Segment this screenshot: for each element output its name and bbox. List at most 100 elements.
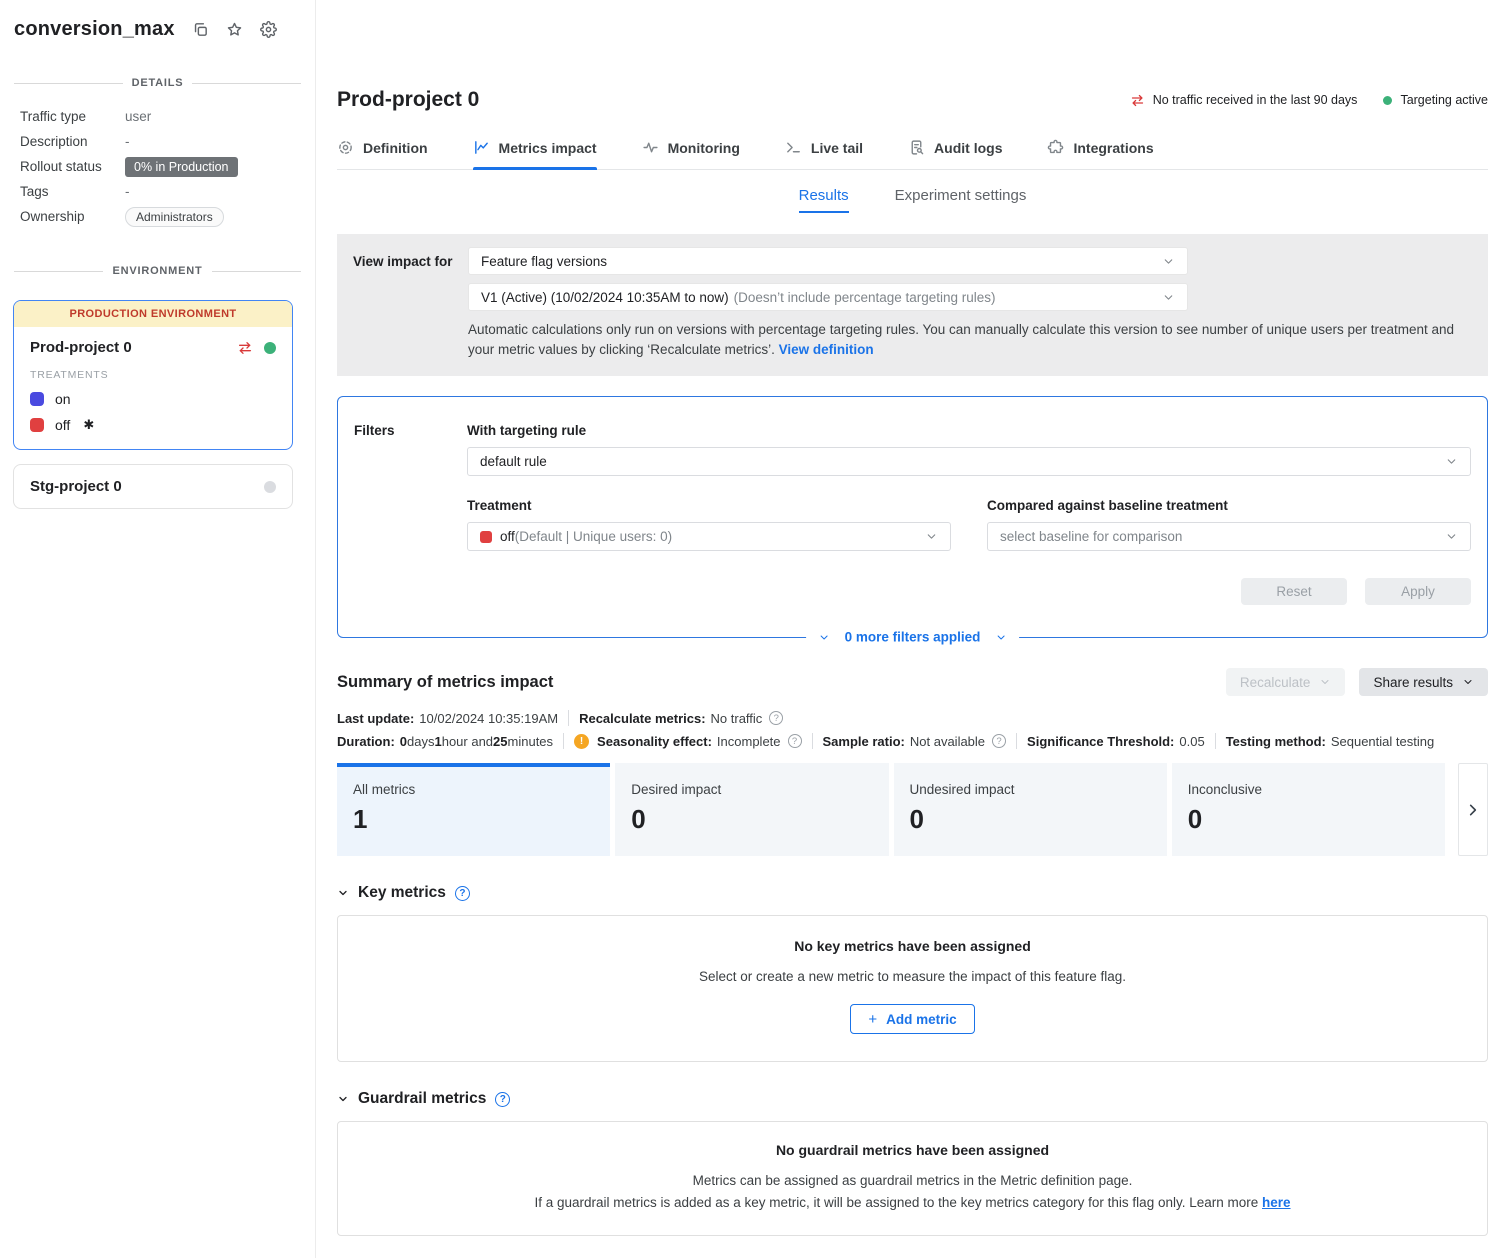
targeting-rule-select[interactable]: default rule	[467, 447, 1471, 476]
warning-icon: !	[574, 734, 589, 749]
environment-card-staging[interactable]: Stg-project 0	[13, 464, 293, 509]
main-content: Prod-project 0 No traffic received in th…	[316, 0, 1510, 1258]
treatment-row-off: off ✱	[30, 417, 276, 433]
star-icon[interactable]	[226, 21, 243, 38]
environment-active-dot	[264, 342, 276, 354]
line-chart-icon	[473, 139, 490, 156]
key-metrics-empty-state: No key metrics have been assigned Select…	[337, 915, 1488, 1062]
tab-metrics-impact[interactable]: Metrics impact	[473, 139, 597, 169]
sidebar: conversion_max DETAILS Traffic type user…	[0, 0, 316, 1258]
environment-card-production[interactable]: PRODUCTION ENVIRONMENT Prod-project 0 TR…	[13, 300, 293, 450]
flag-title: conversion_max	[14, 18, 175, 41]
treatments-heading: TREATMENTS	[30, 369, 276, 381]
guardrail-metrics-empty-state: No guardrail metrics have been assigned …	[337, 1121, 1488, 1236]
details-section-heading: DETAILS	[14, 77, 301, 89]
puzzle-icon	[1047, 139, 1064, 156]
guardrail-metrics-section: Guardrail metrics ? No guardrail metrics…	[337, 1090, 1488, 1236]
learn-more-link[interactable]: here	[1262, 1195, 1291, 1210]
chevron-down-icon	[1162, 291, 1175, 304]
chevron-down-icon	[1162, 255, 1175, 268]
help-icon[interactable]: ?	[495, 1092, 510, 1107]
question-icon[interactable]: ?	[788, 734, 802, 748]
question-icon[interactable]: ?	[992, 734, 1006, 748]
traffic-swap-icon	[237, 340, 253, 356]
version-select[interactable]: V1 (Active) (10/02/2024 10:35AM to now) …	[468, 283, 1188, 311]
treatment-row-on: on	[30, 391, 276, 407]
card-undesired-impact[interactable]: Undesired impact 0	[894, 763, 1167, 856]
filters-panel: Filters With targeting rule default rule…	[337, 396, 1488, 638]
tab-definition[interactable]: Definition	[337, 139, 428, 169]
treatment-off-swatch	[30, 418, 44, 432]
key-metrics-title: Key metrics	[358, 884, 446, 902]
chevron-down-icon[interactable]	[337, 887, 349, 899]
baseline-select[interactable]: select baseline for comparison	[987, 522, 1471, 551]
rollout-status-badge: 0% in Production	[125, 157, 238, 177]
flag-tabs: Definition Metrics impact Monitoring Liv…	[337, 139, 1488, 170]
targeting-active-dot	[1383, 96, 1392, 105]
apply-button[interactable]: Apply	[1365, 578, 1471, 605]
reset-button[interactable]: Reset	[1241, 578, 1347, 605]
subtab-experiment-settings[interactable]: Experiment settings	[895, 187, 1027, 213]
card-desired-impact[interactable]: Desired impact 0	[615, 763, 888, 856]
target-icon	[337, 139, 354, 156]
chevron-down-icon	[1445, 455, 1458, 468]
targeting-active-status: Targeting active	[1400, 93, 1488, 107]
view-impact-label: View impact for	[353, 247, 468, 359]
view-definition-link[interactable]: View definition	[779, 342, 874, 357]
prod-environment-name: Prod-project 0	[30, 339, 132, 356]
details-list: Traffic type user Description - Rollout …	[20, 104, 295, 229]
guardrail-metrics-title: Guardrail metrics	[358, 1090, 486, 1108]
gear-icon[interactable]	[260, 21, 277, 38]
chevron-down-icon	[1319, 676, 1331, 688]
add-metric-button[interactable]: + Add metric	[850, 1004, 974, 1034]
summary-title: Summary of metrics impact	[337, 673, 553, 692]
treatment-on-swatch	[30, 392, 44, 406]
treatment-label: Treatment	[467, 498, 951, 513]
detail-row-description: Description -	[20, 129, 295, 154]
no-traffic-icon	[1130, 93, 1145, 108]
production-environment-banner: PRODUCTION ENVIRONMENT	[14, 301, 292, 327]
more-filters-toggle[interactable]: 0 more filters applied	[806, 630, 1020, 645]
recalculate-button[interactable]: Recalculate	[1226, 668, 1346, 696]
detail-row-traffic-type: Traffic type user	[20, 104, 295, 129]
tab-audit-logs[interactable]: Audit logs	[908, 139, 1002, 169]
chevron-down-icon	[1445, 530, 1458, 543]
summary-meta-line-1: Last update:10/02/2024 10:35:19AM Recalc…	[337, 710, 1488, 726]
pulse-icon	[642, 139, 659, 156]
chevron-down-icon	[925, 530, 938, 543]
card-inconclusive[interactable]: Inconclusive 0	[1172, 763, 1445, 856]
environment-inactive-dot	[264, 481, 276, 493]
default-treatment-marker-icon: ✱	[83, 417, 94, 433]
treatment-select[interactable]: off (Default | Unique users: 0)	[467, 522, 951, 551]
no-traffic-status: No traffic received in the last 90 days	[1153, 93, 1358, 107]
treatment-off-swatch	[480, 531, 492, 543]
copy-icon[interactable]	[192, 21, 209, 38]
filters-label: Filters	[354, 423, 467, 605]
terminal-icon	[785, 139, 802, 156]
subtab-results[interactable]: Results	[799, 187, 849, 213]
targeting-rule-label: With targeting rule	[467, 423, 1471, 438]
chevron-down-icon	[995, 631, 1007, 643]
environment-section-heading: ENVIRONMENT	[14, 265, 301, 277]
impact-scope-select[interactable]: Feature flag versions	[468, 247, 1188, 275]
help-icon[interactable]: ?	[455, 886, 470, 901]
tab-integrations[interactable]: Integrations	[1047, 139, 1153, 169]
document-search-icon	[908, 139, 925, 156]
detail-row-rollout-status: Rollout status 0% in Production	[20, 154, 295, 179]
chevron-down-icon[interactable]	[337, 1093, 349, 1105]
tab-monitoring[interactable]: Monitoring	[642, 139, 740, 169]
plus-icon: +	[868, 1011, 877, 1028]
ownership-pill[interactable]: Administrators	[125, 207, 224, 227]
cards-scroll-next-button[interactable]	[1458, 763, 1488, 856]
detail-row-tags: Tags -	[20, 179, 295, 204]
share-results-button[interactable]: Share results	[1359, 668, 1488, 696]
summary-meta-line-2: Duration: 0 days 1 hour and 25 minutes !…	[337, 733, 1488, 749]
view-impact-panel: View impact for Feature flag versions V1…	[337, 234, 1488, 376]
chevron-down-icon	[818, 631, 830, 643]
results-subtabs: Results Experiment settings	[337, 187, 1488, 213]
card-all-metrics[interactable]: All metrics 1	[337, 763, 610, 856]
metrics-summary-cards: All metrics 1 Desired impact 0 Undesired…	[337, 763, 1488, 856]
tab-live-tail[interactable]: Live tail	[785, 139, 863, 169]
question-icon[interactable]: ?	[769, 711, 783, 725]
chevron-down-icon	[1462, 676, 1474, 688]
